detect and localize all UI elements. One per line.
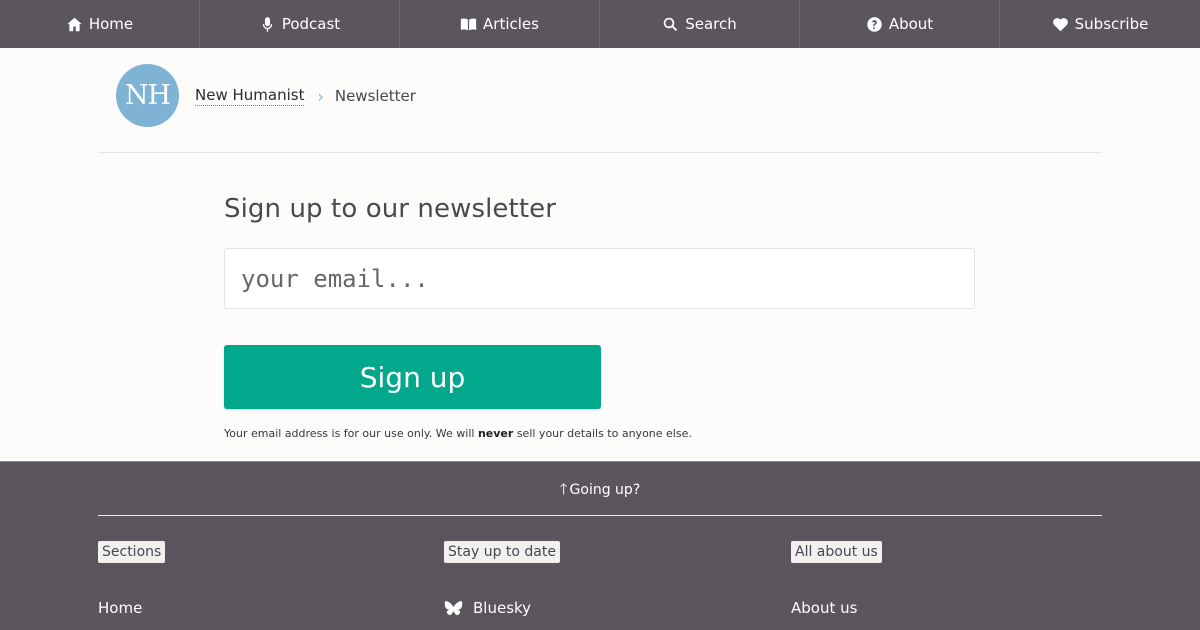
arrow-up-icon: 🡑 (559, 480, 568, 498)
footer-column-stay-up-to-date: Stay up to date Bluesky (444, 541, 560, 617)
footer-top-border (0, 461, 1200, 462)
footer-link-home-label: Home (98, 599, 143, 617)
footer-link-about-us-label: About us (791, 599, 858, 617)
site-footer: 🡑 Going up? Sections Home Stay up to date… (0, 459, 1200, 630)
footer-link-bluesky-label: Bluesky (473, 599, 532, 617)
top-nav: Home Podcast Articles Search About Subsc… (0, 0, 1200, 48)
nav-about-label: About (888, 15, 934, 33)
nav-home[interactable]: Home (0, 0, 200, 48)
nav-home-label: Home (88, 15, 134, 33)
nav-about[interactable]: About (800, 0, 1000, 48)
home-icon (67, 17, 82, 31)
page-title: Sign up to our newsletter (224, 194, 557, 224)
book-icon (460, 17, 477, 30)
nav-podcast[interactable]: Podcast (200, 0, 400, 48)
footer-link-bluesky[interactable]: Bluesky (444, 599, 531, 617)
privacy-text-start: Your email address is for our use only. … (224, 427, 478, 440)
signup-button[interactable]: Sign up (224, 345, 601, 409)
privacy-note: Your email address is for our use only. … (224, 427, 692, 440)
heart-icon (1052, 17, 1068, 31)
footer-link-home[interactable]: Home (98, 599, 142, 617)
search-icon (663, 17, 678, 31)
back-to-top-label: Going up? (569, 482, 641, 498)
microphone-icon (262, 16, 272, 32)
nav-subscribe-label: Subscribe (1074, 15, 1149, 33)
breadcrumb: New Humanist › Newsletter (195, 86, 416, 106)
privacy-text-end: sell your details to anyone else. (513, 427, 692, 440)
breadcrumb-home-link[interactable]: New Humanist (195, 86, 305, 106)
nav-articles-label: Articles (483, 15, 539, 33)
nav-articles[interactable]: Articles (400, 0, 600, 48)
butterfly-icon (444, 600, 463, 615)
back-to-top-link[interactable]: 🡑 Going up? (0, 479, 1200, 504)
privacy-emphasis: never (477, 427, 514, 440)
question-circle-icon (867, 16, 882, 32)
email-field[interactable] (224, 248, 975, 309)
footer-heading-all-about-us: All about us (791, 541, 882, 563)
footer-divider (98, 515, 1102, 516)
footer-column-all-about-us: All about us About us (791, 541, 882, 617)
footer-link-about-us[interactable]: About us (791, 599, 857, 617)
nav-podcast-label: Podcast (281, 15, 341, 33)
page-header: NH New Humanist › Newsletter (98, 48, 1102, 153)
footer-heading-sections: Sections (98, 541, 166, 563)
breadcrumb-separator: › (317, 86, 324, 106)
nav-subscribe[interactable]: Subscribe (1000, 0, 1200, 48)
nav-search[interactable]: Search (600, 0, 800, 48)
footer-column-sections: Sections Home (98, 541, 166, 617)
site-logo[interactable]: NH (116, 64, 179, 127)
footer-heading-stay-up-to-date: Stay up to date (444, 541, 560, 563)
nav-search-label: Search (685, 15, 737, 33)
breadcrumb-current: Newsletter (334, 87, 416, 105)
